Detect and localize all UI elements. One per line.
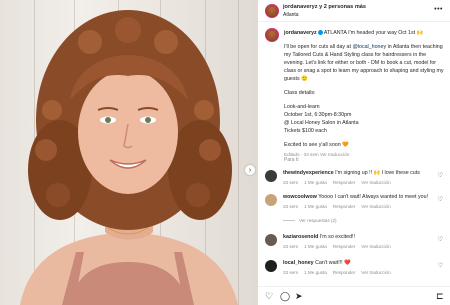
like-icon[interactable]: ♡ [438, 196, 443, 203]
date-time: October 1st, 6:30pm-8:30pm [284, 112, 352, 118]
comment-meta: 33 sem 1 Me gusta Responder Ver traducción [283, 244, 397, 249]
next-photo-button[interactable]: › [245, 165, 255, 175]
salon-location: @ Local Honey Salon in Atlanta [284, 120, 359, 126]
comment-time: 33 sem [283, 244, 299, 249]
comment-item: local_honey Can't wait!!! ❤️ 33 sem 1 Me … [265, 260, 443, 280]
comment-meta: 33 sem 1 Me gusta Responder Ver traducción [283, 180, 397, 185]
avatar[interactable] [265, 194, 277, 206]
translate-button[interactable]: Ver traducción [361, 204, 390, 209]
comment-username[interactable]: kaziarosenold [283, 234, 318, 240]
comment-meta: 33 sem 1 Me gusta Responder Ver traducción [283, 204, 397, 209]
bookmark-icon[interactable]: ⊏ [436, 291, 444, 301]
reply-button[interactable]: Responder [333, 270, 355, 275]
reply-button[interactable]: Responder [333, 244, 355, 249]
class-label: Class details: [284, 90, 316, 96]
heart-emoji-icon: 🧡 [342, 142, 349, 148]
comment-likes[interactable]: 1 Me gusta [304, 204, 327, 209]
post-header: jordanaveryz y 2 personas más Atlanta ••… [258, 0, 450, 22]
avatar[interactable] [265, 4, 279, 18]
comment-likes[interactable]: 1 Me gusta [304, 180, 327, 185]
reply-button[interactable]: Responder [333, 204, 355, 209]
post-photo[interactable]: › [0, 0, 258, 305]
hand-emoji-icon: 🙌 [416, 30, 424, 36]
comment-username[interactable]: thewindyexperience [283, 170, 334, 176]
like-icon[interactable]: ♡ [438, 236, 443, 243]
caption-avatar[interactable] [265, 28, 279, 42]
caption-meta: Editado · 33 sem Ver traducción [284, 152, 350, 157]
like-icon[interactable]: ♡ [438, 262, 443, 269]
comment-text: I'm so excited!! [319, 234, 355, 240]
header-username[interactable]: jordanaveryz y 2 personas más [283, 4, 366, 10]
mention-link[interactable]: @local_honey [352, 44, 386, 50]
portrait-image [20, 10, 238, 305]
translate-button[interactable]: Ver traducción [361, 244, 390, 249]
share-icon[interactable]: ➤ [295, 291, 303, 301]
comment-text: I'm signing up !! 🙌 I love these cuts [335, 170, 420, 176]
comment-username[interactable]: wowcoolwow [283, 194, 317, 200]
reply-button[interactable]: Responder [333, 180, 355, 185]
translate-button[interactable]: Ver traducción [361, 270, 390, 275]
caption-username[interactable]: jordanaveryz [284, 30, 317, 36]
avatar[interactable] [265, 170, 277, 182]
post-details-panel: jordanaveryz y 2 personas más Atlanta ••… [258, 0, 450, 305]
comment-item: wowcoolwow Yoooo I can't wait! Always wa… [265, 194, 443, 230]
comment-time: 33 sem [283, 270, 299, 275]
comment-likes[interactable]: 1 Me gusta [304, 244, 327, 249]
comment-text: Can't wait!!! ❤️ [315, 260, 351, 266]
comment-item: thewindyexperience I'm signing up !! 🙌 I… [265, 170, 443, 190]
comment-username[interactable]: local_honey [283, 260, 314, 266]
verified-icon [317, 29, 323, 35]
comment-meta: 33 sem 1 Me gusta Responder Ver traducción [283, 270, 397, 275]
comment-time: 33 sem [283, 180, 299, 185]
look-learn: Look-and-learn [284, 104, 320, 110]
translate-button[interactable]: Ver traducción [361, 180, 390, 185]
view-replies-button[interactable]: Ver respuestas (2) [283, 218, 337, 223]
header-location[interactable]: Atlanta [283, 12, 299, 18]
caption-text-a: I'll be open for cuts all day at [284, 44, 353, 50]
avatar[interactable] [265, 234, 277, 246]
ticket-price: Tickets $100 each [284, 128, 327, 134]
comment-likes[interactable]: 1 Me gusta [304, 270, 327, 275]
section-label[interactable]: Para ti [284, 157, 298, 163]
like-icon[interactable]: ♡ [265, 291, 273, 301]
smile-emoji-icon: 🙂 [301, 76, 308, 82]
chevron-right-icon: › [248, 166, 252, 174]
action-bar: ♡ ◯ ➤ ⊏ [258, 286, 450, 305]
more-horizontal-icon[interactable]: ••• [434, 6, 443, 13]
caption-intro: ATLANTA I'm headed your way Oct 1st [323, 30, 416, 36]
closing-text: Excited to see y'all soon [284, 142, 341, 148]
comment-icon[interactable]: ◯ [280, 291, 290, 301]
comment-text: Yoooo I can't wait! Always wanted to mee… [318, 194, 428, 200]
comment-time: 33 sem [283, 204, 299, 209]
comment-item: kaziarosenold I'm so excited!! 33 sem 1 M… [265, 234, 443, 254]
like-icon[interactable]: ♡ [438, 172, 443, 179]
avatar[interactable] [265, 260, 277, 272]
post-caption: jordanaveryz ATLANTA I'm headed your way… [284, 29, 444, 159]
